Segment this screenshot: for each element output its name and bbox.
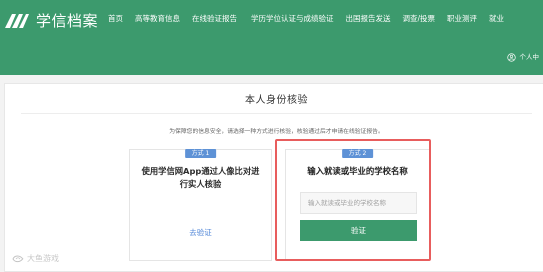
method-one-badge: 方式 1 — [184, 149, 217, 158]
title-divider — [21, 113, 532, 114]
watermark-logo-icon — [12, 255, 24, 263]
method-one-card: 方式 1 使用学信网App通过人像比对进行实人核验 去验证 — [129, 149, 272, 261]
nav-item-online-report[interactable]: 在线验证报告 — [192, 12, 237, 26]
page-title: 本人身份核验 — [245, 95, 308, 106]
user-circle-icon — [506, 52, 516, 62]
main-navigation: 首页 高等教育信息 在线验证报告 学历学位认证与成绩验证 出国报告发送 调查/投… — [108, 12, 504, 26]
method-two-badge: 方式 2 — [341, 149, 374, 158]
method-two-title: 输入就读或毕业的学校名称 — [307, 166, 408, 176]
xuexin-logo-icon — [5, 14, 29, 28]
nav-item-higher-education[interactable]: 高等教育信息 — [135, 12, 180, 26]
nav-item-overseas-report[interactable]: 出国报告发送 — [346, 12, 391, 26]
nav-item-survey-vote[interactable]: 调查/投票 — [403, 12, 436, 26]
nav-item-employment[interactable]: 就业 — [489, 12, 504, 26]
method-two-card: 方式 2 输入就读或毕业的学校名称 验证 — [285, 149, 430, 261]
watermark: 大鱼游戏 — [12, 254, 59, 264]
verify-button[interactable]: 验证 — [300, 220, 417, 241]
watermark-text: 大鱼游戏 — [27, 254, 59, 263]
nav-item-degree-certification[interactable]: 学历学位认证与成绩验证 — [251, 12, 334, 26]
nav-item-career-assessment[interactable]: 职业测评 — [447, 12, 477, 26]
identity-verification-card: 本人身份核验 为保障您的信息安全，请选择一种方式进行核验，核验通过后才申请在线验… — [4, 83, 543, 272]
brand-name: 学信档案 — [36, 11, 99, 30]
xuexin-verification-page: 学信档案 首页 高等教育信息 在线验证报告 学历学位认证与成绩验证 出国报告发送… — [0, 0, 543, 272]
nav-item-home[interactable]: 首页 — [108, 12, 123, 26]
go-verify-link[interactable]: 去验证 — [130, 227, 271, 238]
personal-center-link[interactable]: 个人中 — [506, 52, 540, 62]
school-name-input[interactable] — [300, 192, 417, 214]
method-one-description: 使用学信网App通过人像比对进行实人核验 — [141, 166, 260, 189]
personal-center-label: 个人中 — [519, 53, 540, 61]
brand[interactable]: 学信档案 — [4, 10, 98, 32]
security-notice: 为保障您的信息安全，请选择一种方式进行核验，核验通过后才申请在线验证报告。 — [169, 129, 384, 135]
top-navigation-bar: 学信档案 首页 高等教育信息 在线验证报告 学历学位认证与成绩验证 出国报告发送… — [0, 0, 543, 75]
